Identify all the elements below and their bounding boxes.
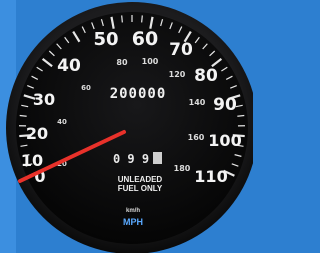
kmh-label-120: 120 xyxy=(169,70,186,79)
kmh-label-140: 140 xyxy=(189,98,206,107)
mph-label-80: 80 xyxy=(194,66,218,86)
fuel-notice-line-2: FUEL ONLY xyxy=(118,184,163,193)
mph-label-30: 30 xyxy=(33,90,55,109)
kmh-label-80: 80 xyxy=(116,58,128,67)
kmh-label-60: 60 xyxy=(81,84,91,92)
tick-mark xyxy=(121,15,123,23)
trip-reset-knob xyxy=(153,152,162,164)
tick-mark xyxy=(19,114,27,117)
mph-label-20: 20 xyxy=(26,124,48,143)
tick-mark xyxy=(141,15,143,23)
mph-label-50: 50 xyxy=(93,29,118,50)
kmh-label-180: 180 xyxy=(174,164,191,173)
mph-unit-label: MPH xyxy=(123,217,143,227)
mph-label-110: 110 xyxy=(194,167,227,186)
mph-label-60: 60 xyxy=(132,28,158,50)
speedometer-photo: 0 10 20 30 40 50 60 70 80 90 100 110 20 … xyxy=(0,0,253,253)
kmh-label-160: 160 xyxy=(188,133,205,142)
fuel-notice-line-1: UNLEADED xyxy=(118,175,163,184)
kmh-label-40: 40 xyxy=(57,118,67,126)
mph-label-40: 40 xyxy=(57,56,81,76)
kmh-label-100: 100 xyxy=(142,57,159,66)
tick-mark xyxy=(237,114,245,117)
mph-label-90: 90 xyxy=(213,95,237,115)
kmh-unit-label: km/h xyxy=(126,208,140,214)
mph-label-10: 10 xyxy=(21,151,43,170)
trip-meter-readout: 0 9 9 xyxy=(113,152,149,166)
mph-label-70: 70 xyxy=(169,40,193,60)
odometer-readout: 200000 xyxy=(110,86,167,102)
mph-label-100: 100 xyxy=(208,131,241,150)
